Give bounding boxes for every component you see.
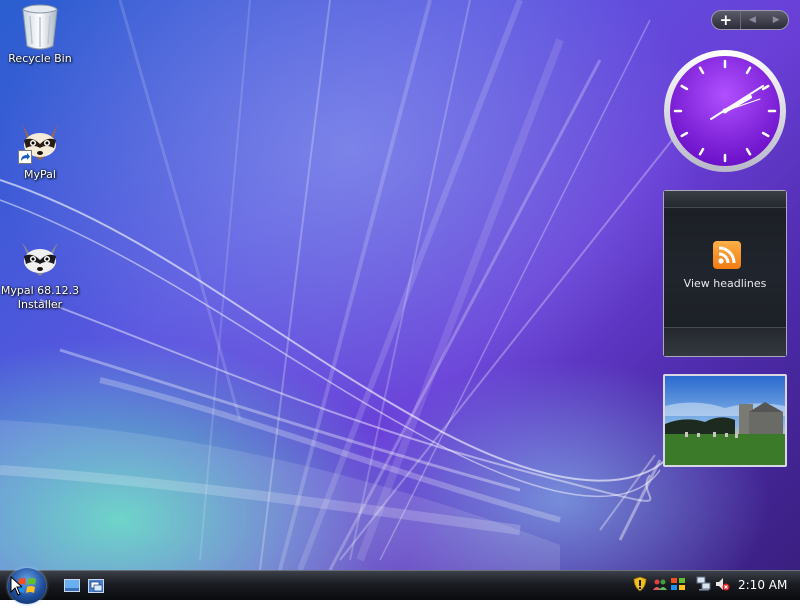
switch-windows-button[interactable] xyxy=(88,578,104,593)
windows-update-icon xyxy=(671,578,685,590)
mouse-cursor-icon xyxy=(10,576,22,596)
prev-gadgets-button[interactable]: ◀ xyxy=(741,15,765,25)
network-users-tray-button[interactable] xyxy=(652,576,668,592)
windows-update-tray-button[interactable] xyxy=(670,576,686,592)
slideshow-gadget[interactable] xyxy=(663,374,787,467)
show-desktop-button[interactable] xyxy=(64,578,80,592)
clock-face-icon xyxy=(664,50,786,172)
feed-top-bar xyxy=(664,191,786,208)
users-network-icon xyxy=(653,579,667,590)
network-computers-icon xyxy=(696,576,711,591)
taskbar-clock[interactable]: 2:10 AM xyxy=(738,578,787,592)
desktop-icon-mypal[interactable]: MyPal xyxy=(0,118,80,182)
clock-gadget[interactable] xyxy=(662,48,788,174)
volume-muted-icon xyxy=(716,578,730,591)
feed-headlines-gadget[interactable]: View headlines xyxy=(663,190,787,357)
recycle-bin-icon xyxy=(16,2,64,50)
volume-tray-button[interactable] xyxy=(714,576,730,592)
gadget-sidebar-controls: + ◀ ▶ xyxy=(711,10,789,30)
slideshow-photo xyxy=(665,376,785,465)
network-tray-button[interactable] xyxy=(696,576,712,592)
shortcut-arrow-icon xyxy=(18,150,32,164)
taskbar: 2:10 AM xyxy=(0,568,800,604)
show-desktop-icon xyxy=(64,579,80,592)
recycle-bin-label: Recycle Bin xyxy=(8,52,72,65)
shield-warning-icon xyxy=(633,576,647,592)
mypal-shortcut-icon xyxy=(16,118,64,166)
mypal-installer-icon xyxy=(16,234,64,282)
switch-windows-icon xyxy=(88,579,104,593)
desktop-icon-mypal-installer[interactable]: Mypal 68.12.3 Installer xyxy=(0,234,80,312)
desktop: Recycle Bin MyPal Mypal 68.12.3 Installe… xyxy=(0,0,800,570)
mypal-installer-label-line2: Installer xyxy=(17,298,63,311)
view-headlines-link[interactable]: View headlines xyxy=(664,277,786,290)
desktop-icon-recycle-bin[interactable]: Recycle Bin xyxy=(0,2,80,66)
mypal-label: MyPal xyxy=(24,168,56,181)
rss-icon xyxy=(713,241,741,269)
add-gadget-button[interactable]: + xyxy=(712,11,741,29)
security-warning-tray-button[interactable] xyxy=(632,576,648,592)
next-gadgets-button[interactable]: ▶ xyxy=(764,15,788,25)
feed-bottom-bar xyxy=(664,327,786,356)
mypal-installer-label-line1: Mypal 68.12.3 xyxy=(0,284,80,297)
